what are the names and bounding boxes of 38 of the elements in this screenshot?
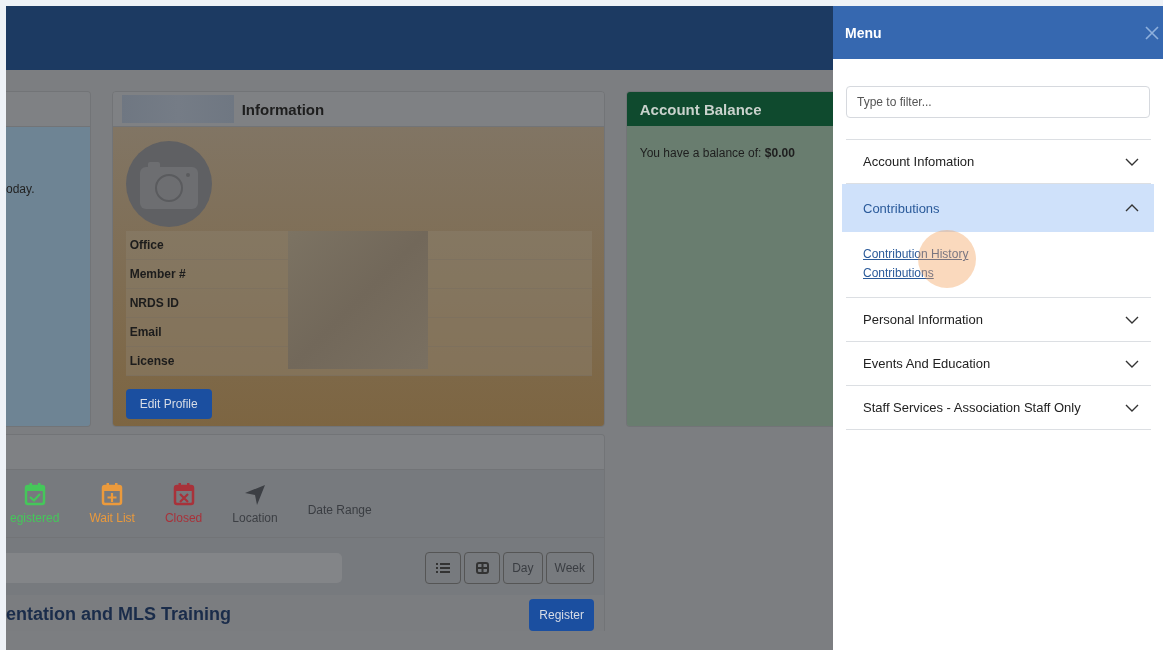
accordion-item[interactable]: Staff Services - Association Staff Only: [846, 386, 1151, 429]
legend-label: Closed: [164, 511, 203, 525]
balance-text: You have a balance of: $0.00: [639, 146, 795, 160]
list-view-button[interactable]: [425, 552, 462, 584]
grid-icon: [475, 562, 489, 574]
close-icon[interactable]: [1145, 25, 1159, 40]
filter-field[interactable]: Type to filter...: [846, 86, 1150, 118]
field-label: License: [129, 354, 175, 368]
card-title: Information: [241, 100, 325, 118]
accordion-item[interactable]: Contributions: [842, 184, 1154, 232]
legend-label: egistered: [10, 511, 60, 525]
submenu-link[interactable]: Contributions: [863, 264, 934, 283]
card-title: Account Balance: [639, 100, 762, 118]
accordion-item[interactable]: Account Infomation: [846, 140, 1151, 183]
field-label: Member #: [129, 267, 186, 281]
accordion-item[interactable]: Events And Education: [846, 342, 1151, 385]
register-button[interactable]: Register: [529, 599, 594, 631]
chevron-down-icon: [1125, 359, 1139, 368]
chevron-up-icon: [1125, 204, 1139, 212]
field-label: Email: [129, 325, 162, 339]
legend-label: Location: [232, 511, 278, 525]
grid-view-button[interactable]: [464, 552, 501, 584]
search-field[interactable]: [6, 553, 342, 583]
menu-title: Menu: [845, 24, 882, 41]
chevron-down-icon: [1125, 315, 1139, 324]
submenu-link[interactable]: Contribution History: [863, 245, 969, 264]
legend-label: Wait List: [89, 511, 135, 525]
camera-avatar-icon: [125, 141, 212, 227]
chevron-down-icon: [1125, 403, 1139, 412]
chevron-down-icon: [1125, 157, 1139, 166]
list-icon: [436, 562, 451, 574]
edit-profile-button[interactable]: Edit Profile: [125, 389, 212, 419]
welcome-text: oday.: [6, 182, 35, 196]
date-range-label: Date Range: [307, 503, 372, 517]
field-label: NRDS ID: [129, 296, 179, 310]
event-title: entation and MLS Training: [6, 603, 231, 625]
field-label: Office: [129, 238, 164, 252]
accordion-item[interactable]: Personal Information: [846, 298, 1151, 341]
